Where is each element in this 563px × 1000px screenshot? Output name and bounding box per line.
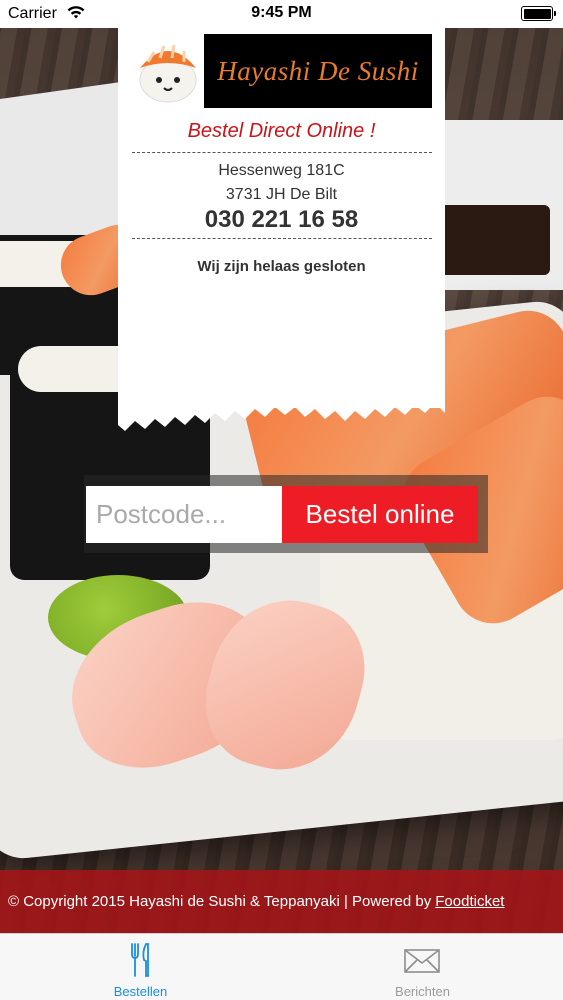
restaurant-info-card: Hayashi De Sushi Bestel Direct Online ! …	[118, 28, 445, 408]
headline: Bestel Direct Online !	[187, 120, 376, 142]
logo-banner: Hayashi De Sushi	[204, 34, 432, 108]
divider	[132, 152, 432, 153]
order-online-button[interactable]: Bestel online	[282, 486, 478, 543]
card-zigzag-edge	[118, 405, 445, 431]
copyright-text: © Copyright 2015 Hayashi de Sushi & Tepp…	[8, 893, 432, 910]
divider	[132, 238, 432, 239]
tab-label: Berichten	[395, 984, 450, 999]
phone-number[interactable]: 030 221 16 58	[118, 206, 445, 234]
copyright-footer: © Copyright 2015 Hayashi de Sushi & Tepp…	[0, 870, 563, 933]
battery-icon	[521, 6, 556, 21]
envelope-icon	[404, 949, 440, 973]
tab-label: Bestellen	[113, 984, 168, 999]
sushi-mascot-icon	[139, 44, 197, 103]
tab-bar: Bestellen Berichten	[0, 933, 563, 1000]
restaurant-logo: Hayashi De Sushi	[132, 34, 432, 108]
foodticket-link[interactable]: Foodticket	[435, 893, 504, 910]
tab-bestellen[interactable]: Bestellen	[0, 934, 281, 1000]
address-city: 3731 JH De Bilt	[225, 186, 338, 203]
tab-berichten[interactable]: Berichten	[282, 934, 563, 1000]
address-street: Hessenweg 181C	[218, 162, 345, 179]
postcode-input[interactable]	[86, 486, 282, 543]
opening-status: Wij zijn helaas gesloten	[197, 258, 366, 275]
status-bar: Carrier 9:45 PM	[0, 0, 563, 28]
clock-time: 9:45 PM	[251, 4, 312, 21]
fork-knife-icon	[131, 943, 149, 977]
